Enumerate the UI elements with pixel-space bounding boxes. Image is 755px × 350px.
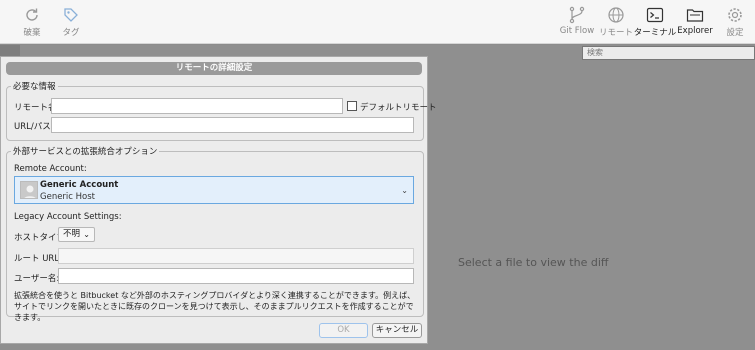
cancel-button[interactable]: キャンセル — [372, 323, 422, 338]
settings-label: 設定 — [726, 28, 744, 38]
remote-name-input[interactable] — [51, 98, 343, 114]
avatar — [20, 181, 38, 199]
settings-button[interactable]: 設定 — [715, 4, 755, 42]
root-url-label: ルート URL: — [14, 254, 62, 264]
default-remote-checkbox[interactable] — [347, 101, 357, 111]
remote-globe-icon — [596, 4, 636, 26]
required-info-legend: 必要な情報 — [13, 82, 56, 92]
chevron-down-icon: ⌄ — [83, 230, 90, 239]
default-remote-label: デフォルトリモート — [360, 103, 437, 113]
integration-description: 拡張統合を使うと Bitbucket など外部のホスティングプロバイダとより深く… — [14, 291, 416, 322]
terminal-icon — [635, 4, 675, 26]
tag-button[interactable]: タグ — [51, 4, 91, 42]
url-label: URL/パス: — [14, 122, 54, 132]
root-url-input[interactable] — [58, 248, 414, 264]
dialog-title: リモートの詳細設定 — [6, 62, 422, 75]
folder-icon — [675, 4, 715, 26]
chevron-down-icon: ⌄ — [401, 186, 408, 195]
remote-account-dropdown[interactable]: Generic Account Generic Host ⌄ — [14, 176, 414, 204]
username-label: ユーザー名: — [14, 274, 60, 284]
discard-icon — [12, 4, 52, 26]
host-type-value: 不明 — [63, 229, 81, 239]
host-type-select[interactable]: 不明 ⌄ — [58, 227, 95, 242]
username-input[interactable] — [58, 268, 414, 284]
terminal-button[interactable]: ターミナル — [634, 4, 676, 42]
account-host: Generic Host — [40, 192, 96, 202]
tag-icon — [51, 4, 91, 26]
remote-settings-dialog: リモートの詳細設定 必要な情報 リモート名: デフォルトリモート URL/パス:… — [0, 56, 437, 344]
url-input[interactable] — [51, 117, 414, 133]
gear-icon — [715, 4, 755, 26]
remote-account-label: Remote Account: — [14, 164, 87, 174]
main-toolbar: 破棄 タグ Git Flow リモート ターミナル Explorer 設定 — [0, 0, 755, 44]
diff-placeholder-message: Select a file to view the diff — [458, 256, 609, 269]
account-name: Generic Account — [40, 180, 119, 190]
search-input[interactable]: 検索 — [582, 46, 755, 60]
integration-options-legend: 外部サービスとの拡張統合オプション — [13, 147, 158, 157]
git-flow-icon — [557, 4, 597, 26]
legacy-settings-label: Legacy Account Settings: — [14, 212, 122, 222]
ok-button[interactable]: OK — [319, 323, 368, 338]
tag-label: タグ — [62, 28, 80, 38]
